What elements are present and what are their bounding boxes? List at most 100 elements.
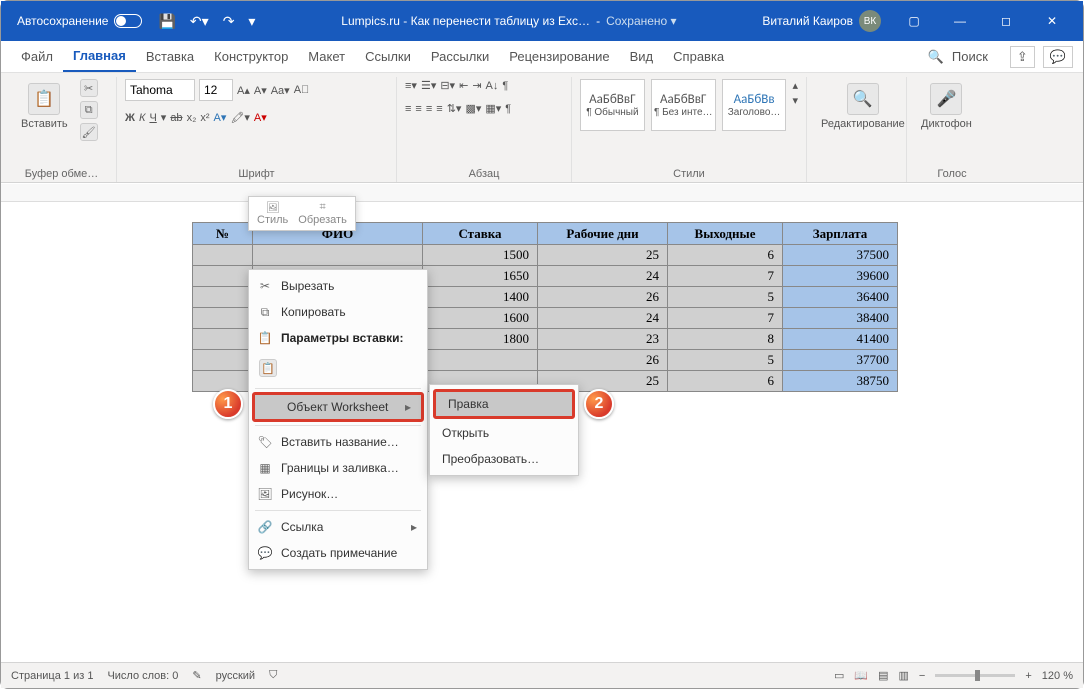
tab-insert[interactable]: Вставка bbox=[136, 41, 204, 72]
undo-icon[interactable]: ↶▾ bbox=[190, 13, 209, 30]
group-paragraph: ≡▾ ☰▾ ⊟▾ ⇤ ⇥ A↓ ¶ ≡ ≡ ≡ ≡ ⇅▾ ▩▾ ▦▾ ¶ Абз… bbox=[397, 77, 572, 182]
cut-icon[interactable]: ✂ bbox=[80, 79, 98, 97]
web-layout-icon[interactable]: ▥ bbox=[899, 669, 909, 682]
tab-view[interactable]: Вид bbox=[620, 41, 664, 72]
shading-icon[interactable]: ▩▾ bbox=[465, 102, 481, 115]
read-mode-icon[interactable]: 📖 bbox=[854, 669, 868, 682]
user-account[interactable]: Виталий Каиров ВК bbox=[762, 10, 881, 32]
search-icon[interactable]: 🔍 bbox=[928, 49, 944, 65]
picture-style-icon: 🖼 bbox=[266, 201, 280, 214]
sub-edit[interactable]: Правка bbox=[433, 389, 575, 419]
ctx-insert-caption[interactable]: 🏷Вставить название… bbox=[249, 429, 427, 455]
align-right-icon[interactable]: ≡ bbox=[426, 103, 432, 115]
editing-button[interactable]: 🔍Редактирование bbox=[815, 79, 911, 134]
font-size-input[interactable] bbox=[199, 79, 233, 101]
change-case-icon[interactable]: Aa▾ bbox=[271, 84, 290, 97]
bullets-icon[interactable]: ≡▾ bbox=[405, 79, 417, 92]
bold-button[interactable]: Ж bbox=[125, 112, 135, 124]
qat-more-icon[interactable]: ▾ bbox=[248, 13, 255, 30]
word-count[interactable]: Число слов: 0 bbox=[107, 670, 178, 682]
copy-icon[interactable]: ⧉ bbox=[80, 101, 98, 119]
tab-file[interactable]: Файл bbox=[11, 41, 63, 72]
highlight-icon[interactable]: 🖍▾ bbox=[230, 111, 250, 124]
redo-icon[interactable]: ↷ bbox=[223, 13, 235, 30]
text-effects-icon[interactable]: A▾ bbox=[214, 111, 227, 124]
autosave-toggle[interactable]: Автосохранение bbox=[17, 14, 142, 28]
strike-button[interactable]: ab bbox=[170, 112, 182, 124]
comments-button[interactable]: 💬 bbox=[1043, 46, 1073, 68]
grow-font-icon[interactable]: A▴ bbox=[237, 84, 250, 97]
ctx-borders[interactable]: ▦Границы и заливка… bbox=[249, 455, 427, 481]
align-center-icon[interactable]: ≡ bbox=[415, 103, 421, 115]
ribbon-options-icon[interactable]: ▢ bbox=[891, 1, 937, 41]
zoom-in-icon[interactable]: + bbox=[1025, 670, 1031, 682]
superscript-button[interactable]: x² bbox=[200, 112, 209, 124]
tab-home[interactable]: Главная bbox=[63, 41, 136, 72]
underline-button[interactable]: Ч bbox=[149, 112, 156, 124]
subscript-button[interactable]: x₂ bbox=[187, 112, 197, 124]
ctx-cut[interactable]: ✂Вырезать bbox=[249, 273, 427, 299]
increase-indent-icon[interactable]: ⇥ bbox=[472, 79, 481, 92]
paste-button[interactable]: 📋 Вставить bbox=[15, 79, 74, 134]
crop-button[interactable]: ⌗Обрезать bbox=[298, 201, 347, 226]
style-heading1[interactable]: АаБбВвЗаголово… bbox=[722, 79, 787, 131]
minimize-icon[interactable]: ― bbox=[937, 1, 983, 41]
style-button[interactable]: 🖼Стиль bbox=[257, 201, 288, 226]
line-spacing-icon[interactable]: ⇅▾ bbox=[447, 102, 462, 115]
show-marks-icon[interactable]: ¶ bbox=[502, 80, 508, 92]
accessibility-icon[interactable]: ⛉ bbox=[269, 669, 277, 682]
sub-convert[interactable]: Преобразовать… bbox=[430, 446, 578, 472]
close-icon[interactable]: ✕ bbox=[1029, 1, 1075, 41]
justify-icon[interactable]: ≡ bbox=[436, 103, 442, 115]
page-indicator[interactable]: Страница 1 из 1 bbox=[11, 670, 93, 682]
zoom-level[interactable]: 120 % bbox=[1042, 670, 1073, 682]
language-indicator[interactable]: русский bbox=[216, 670, 255, 682]
format-painter-icon[interactable]: 🖌 bbox=[80, 123, 98, 141]
font-name-input[interactable] bbox=[125, 79, 195, 101]
tab-references[interactable]: Ссылки bbox=[355, 41, 421, 72]
caption-icon: 🏷 bbox=[257, 435, 273, 449]
search-label[interactable]: Поиск bbox=[952, 49, 988, 64]
tab-design[interactable]: Конструктор bbox=[204, 41, 298, 72]
ctx-paste-options[interactable]: 📋 bbox=[249, 351, 427, 385]
tab-mailings[interactable]: Рассылки bbox=[421, 41, 499, 72]
font-color-icon[interactable]: A▾ bbox=[254, 111, 267, 124]
styles-more-icon[interactable]: ▴▾ bbox=[792, 79, 798, 107]
quick-access-toolbar: 💾 ↶▾ ↷ ▾ bbox=[158, 13, 255, 30]
ctx-copy[interactable]: ⧉Копировать bbox=[249, 299, 427, 325]
style-normal[interactable]: АаБбВвГ¶ Обычный bbox=[580, 79, 645, 131]
paragraph-marks-icon[interactable]: ¶ bbox=[505, 103, 511, 115]
focus-mode-icon[interactable]: ▭ bbox=[834, 669, 844, 682]
tab-help[interactable]: Справка bbox=[663, 41, 734, 72]
sub-open[interactable]: Открыть bbox=[430, 420, 578, 446]
tab-review[interactable]: Рецензирование bbox=[499, 41, 619, 72]
dictate-button[interactable]: 🎤Диктофон bbox=[915, 79, 978, 134]
ctx-picture[interactable]: 🖼Рисунок… bbox=[249, 481, 427, 507]
align-left-icon[interactable]: ≡ bbox=[405, 103, 411, 115]
numbering-icon[interactable]: ☰▾ bbox=[421, 79, 436, 92]
print-layout-icon[interactable]: ▤ bbox=[878, 669, 888, 682]
group-styles: АаБбВвГ¶ Обычный АаБбВвГ¶ Без инте… АаБб… bbox=[572, 77, 807, 182]
maximize-icon[interactable]: ◻ bbox=[983, 1, 1029, 41]
ctx-new-comment[interactable]: 💬Создать примечание bbox=[249, 540, 427, 566]
autosave-switch[interactable] bbox=[114, 14, 142, 28]
italic-button[interactable]: К bbox=[139, 112, 145, 124]
style-nospacing[interactable]: АаБбВвГ¶ Без инте… bbox=[651, 79, 716, 131]
multilevel-icon[interactable]: ⊟▾ bbox=[440, 79, 455, 92]
paste-option-icon[interactable]: 📋 bbox=[259, 359, 277, 377]
shrink-font-icon[interactable]: A▾ bbox=[254, 84, 267, 97]
tab-layout[interactable]: Макет bbox=[298, 41, 355, 72]
zoom-slider[interactable] bbox=[935, 674, 1015, 677]
spellcheck-icon[interactable]: ✎ bbox=[192, 669, 201, 682]
decrease-indent-icon[interactable]: ⇤ bbox=[459, 79, 468, 92]
horizontal-ruler[interactable] bbox=[1, 184, 1083, 202]
borders-icon[interactable]: ▦▾ bbox=[485, 102, 501, 115]
sort-icon[interactable]: A↓ bbox=[486, 80, 499, 92]
ctx-worksheet-object[interactable]: Объект Worksheet▸ bbox=[252, 392, 424, 422]
table-row: 150025637500 bbox=[193, 245, 898, 266]
clear-format-icon[interactable]: A⃠ bbox=[294, 84, 310, 96]
ctx-link[interactable]: 🔗Ссылка▸ bbox=[249, 514, 427, 540]
share-button[interactable]: ⇪ bbox=[1010, 46, 1035, 68]
zoom-out-icon[interactable]: − bbox=[919, 670, 925, 682]
save-icon[interactable]: 💾 bbox=[158, 13, 175, 30]
